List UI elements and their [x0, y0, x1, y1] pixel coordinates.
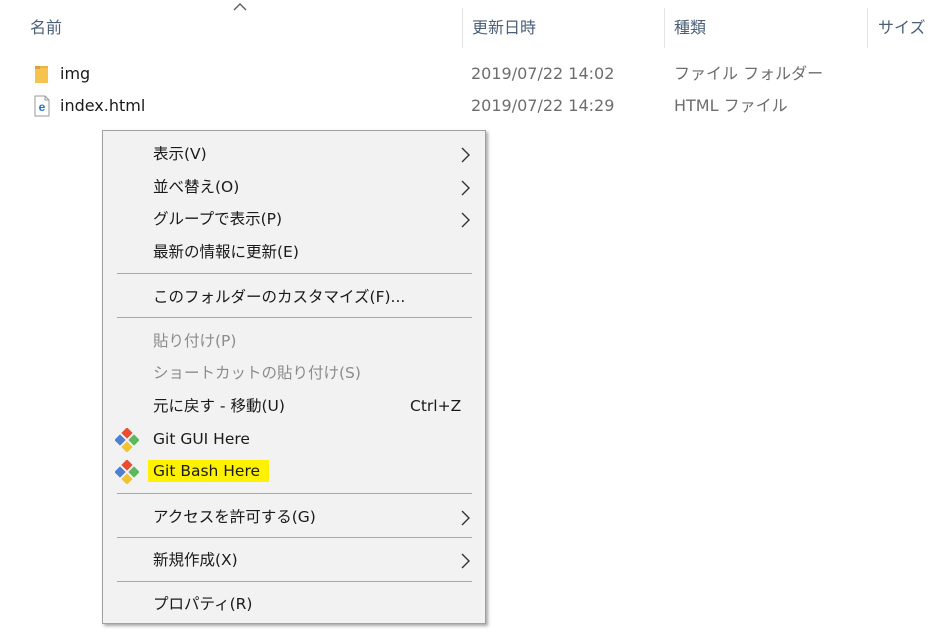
column-header: 名前 更新日時 種類 サイズ	[0, 0, 934, 52]
menu-item-refresh[interactable]: 最新の情報に更新(E)	[103, 236, 485, 269]
column-divider[interactable]	[867, 8, 868, 48]
chevron-right-icon	[461, 180, 470, 196]
file-date: 2019/07/22 14:29	[471, 96, 615, 115]
edge-html-icon: e	[34, 95, 50, 117]
file-type: ファイル フォルダー	[674, 64, 824, 83]
menu-separator	[117, 317, 472, 318]
file-type: HTML ファイル	[674, 96, 788, 115]
menu-item-sort[interactable]: 並べ替え(O)	[103, 171, 485, 204]
chevron-right-icon	[461, 510, 470, 526]
menu-item-label: アクセスを許可する(G)	[153, 508, 316, 526]
folder-icon	[35, 66, 48, 83]
menu-item-label: Git GUI Here	[153, 430, 250, 448]
chevron-right-icon	[461, 212, 470, 228]
svg-text:e: e	[39, 100, 46, 114]
chevron-right-icon	[461, 553, 470, 569]
menu-item-label: 元に戻す - 移動(U)	[153, 397, 285, 415]
column-divider[interactable]	[462, 8, 463, 48]
column-divider[interactable]	[664, 8, 665, 48]
git-bash-icon	[115, 460, 139, 484]
menu-item-undo-move[interactable]: 元に戻す - 移動(U) Ctrl+Z	[103, 390, 485, 423]
menu-item-label: 貼り付け(P)	[153, 332, 237, 350]
file-name: img	[60, 64, 91, 83]
menu-item-label: 最新の情報に更新(E)	[153, 243, 299, 261]
menu-item-label: ショートカットの貼り付け(S)	[153, 364, 361, 382]
menu-item-label: 表示(V)	[153, 145, 207, 163]
file-name: index.html	[60, 96, 146, 115]
menu-item-label: 新規作成(X)	[153, 551, 238, 569]
column-type[interactable]: 種類	[674, 0, 864, 52]
file-row-index-html[interactable]: e index.html 2019/07/22 14:29 HTML ファイル	[0, 91, 934, 121]
column-size[interactable]: サイズ	[878, 0, 934, 52]
file-date: 2019/07/22 14:02	[471, 64, 615, 83]
menu-item-label: このフォルダーのカスタマイズ(F)...	[153, 288, 406, 306]
context-menu: 表示(V) 並べ替え(O) グループで表示(P) 最新の情報に更新(E) このフ…	[102, 130, 486, 624]
menu-item-properties[interactable]: プロパティ(R)	[103, 588, 485, 621]
menu-item-new[interactable]: 新規作成(X)	[103, 544, 485, 577]
menu-item-view[interactable]: 表示(V)	[103, 138, 485, 171]
column-name[interactable]: 名前	[30, 0, 460, 52]
column-date-modified[interactable]: 更新日時	[472, 0, 662, 52]
menu-item-give-access[interactable]: アクセスを許可する(G)	[103, 501, 485, 534]
menu-item-label: Git Bash Here	[148, 460, 270, 482]
menu-item-customize[interactable]: このフォルダーのカスタマイズ(F)...	[103, 281, 485, 314]
chevron-right-icon	[461, 147, 470, 163]
menu-item-group[interactable]: グループで表示(P)	[103, 203, 485, 236]
menu-item-git-bash[interactable]: Git Bash Here	[103, 455, 485, 488]
menu-item-label: グループで表示(P)	[153, 210, 283, 228]
menu-item-paste-shortcut[interactable]: ショートカットの貼り付け(S)	[103, 357, 485, 390]
menu-separator	[117, 537, 472, 538]
menu-separator	[117, 273, 472, 274]
menu-item-git-gui[interactable]: Git GUI Here	[103, 423, 485, 456]
menu-item-shortcut: Ctrl+Z	[410, 397, 462, 415]
file-row-img[interactable]: img 2019/07/22 14:02 ファイル フォルダー	[0, 59, 934, 89]
git-gui-icon	[115, 428, 139, 452]
menu-item-paste[interactable]: 貼り付け(P)	[103, 325, 485, 358]
menu-separator	[117, 493, 472, 494]
menu-item-label: プロパティ(R)	[153, 595, 253, 613]
menu-item-label: 並べ替え(O)	[153, 178, 240, 196]
menu-separator	[117, 581, 472, 582]
